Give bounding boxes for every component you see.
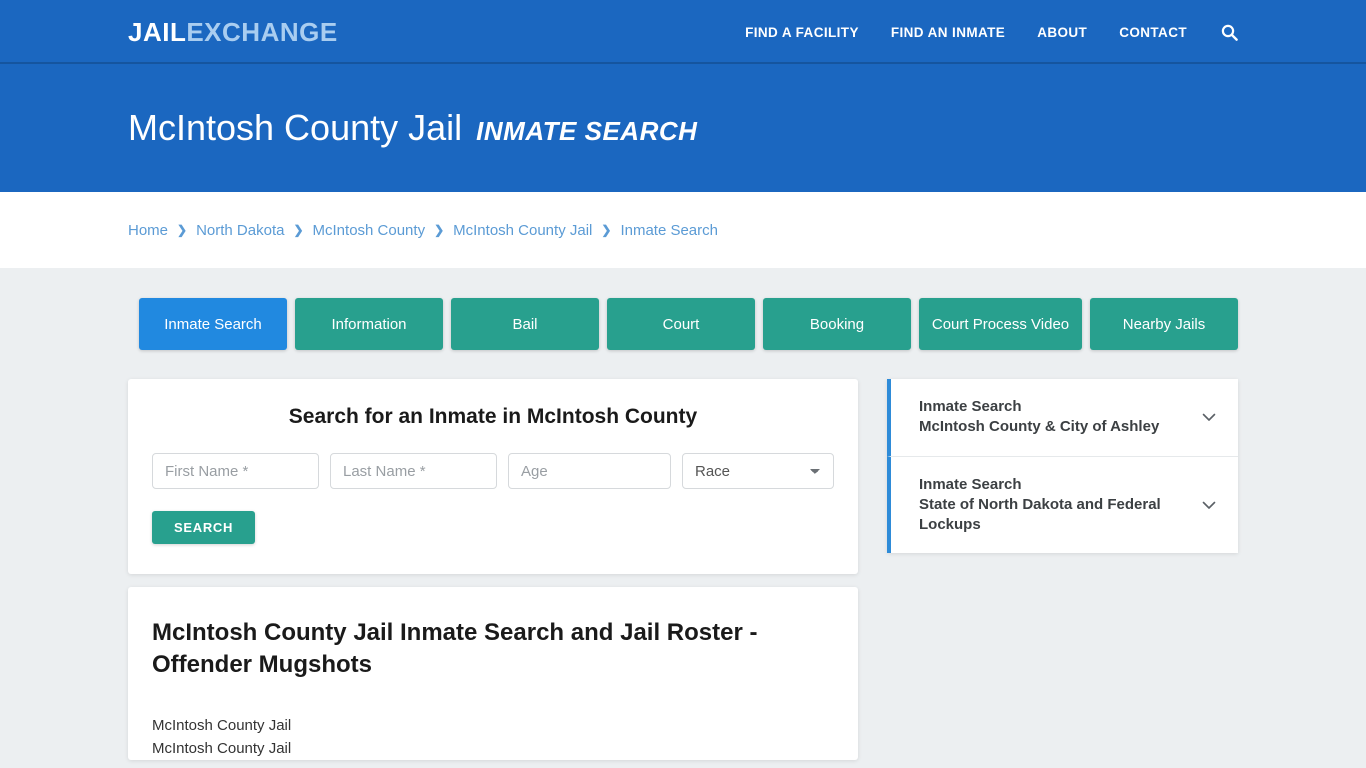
breadcrumb-separator: ❯ (177, 223, 188, 237)
sidebar-column: Inmate Search McIntosh County & City of … (887, 379, 1238, 760)
breadcrumb-separator: ❯ (293, 223, 304, 237)
tab-inmate-search[interactable]: Inmate Search (139, 298, 287, 350)
tab-nearby-jails[interactable]: Nearby Jails (1090, 298, 1238, 350)
tab-bail[interactable]: Bail (451, 298, 599, 350)
accordion-item-county-inmate-search[interactable]: Inmate Search McIntosh County & City of … (887, 379, 1238, 456)
breadcrumb-separator: ❯ (601, 223, 612, 237)
page-subtitle: INMATE SEARCH (476, 116, 698, 147)
tab-court-process-video[interactable]: Court Process Video (919, 298, 1082, 350)
race-select[interactable]: Race (682, 453, 834, 489)
nav-item-about[interactable]: ABOUT (1021, 25, 1103, 40)
main-navigation: FIND A FACILITY FIND AN INMATE ABOUT CON… (729, 0, 1238, 64)
article-card: McIntosh County Jail Inmate Search and J… (128, 587, 858, 761)
article-title: McIntosh County Jail Inmate Search and J… (152, 619, 758, 679)
search-form-fields: Race (152, 453, 834, 489)
nav-item-find-a-facility[interactable]: FIND A FACILITY (729, 25, 875, 40)
tab-court[interactable]: Court (607, 298, 755, 350)
first-name-input[interactable] (152, 453, 319, 489)
search-icon[interactable] (1203, 24, 1238, 41)
site-logo[interactable]: JAILEXCHANGE (128, 19, 338, 45)
breadcrumb-item-mcintosh-county[interactable]: McIntosh County (313, 222, 426, 239)
logo-text-primary: JAIL (128, 17, 187, 47)
accordion-item-title: Inmate Search (919, 398, 1022, 415)
age-input[interactable] (508, 453, 671, 489)
search-form-heading: Search for an Inmate in McIntosh County (288, 405, 698, 428)
breadcrumb: Home ❯ North Dakota ❯ McIntosh County ❯ … (128, 222, 718, 239)
accordion-item-state-federal-inmate-search[interactable]: Inmate Search State of North Dakota and … (887, 455, 1238, 554)
breadcrumb-bar: Home ❯ North Dakota ❯ McIntosh County ❯ … (0, 192, 1366, 268)
section-tab-bar: Inmate Search Information Bail Court Boo… (139, 298, 1238, 350)
nav-item-contact[interactable]: CONTACT (1103, 25, 1203, 40)
breadcrumb-item-inmate-search: Inmate Search (620, 221, 718, 239)
article-line-1: McIntosh County Jail (152, 716, 292, 734)
chevron-down-icon (1200, 408, 1218, 426)
accordion-item-subtitle: State of North Dakota and Federal Lockup… (919, 495, 1161, 533)
accordion-item-title: Inmate Search (919, 475, 1022, 493)
site-header: JAILEXCHANGE FIND A FACILITY FIND AN INM… (0, 0, 1366, 64)
search-button[interactable]: SEARCH (152, 511, 256, 544)
accordion-item-subtitle: McIntosh County & City of Ashley (919, 418, 1160, 436)
chevron-down-icon (1200, 496, 1218, 514)
breadcrumb-item-north-dakota[interactable]: North Dakota (196, 222, 284, 239)
tab-information[interactable]: Information (295, 298, 443, 350)
page-title: McIntosh County Jail (128, 107, 463, 149)
tab-booking[interactable]: Booking (763, 298, 911, 350)
logo-text-secondary: EXCHANGE (186, 17, 338, 47)
breadcrumb-separator: ❯ (434, 223, 445, 237)
breadcrumb-item-mcintosh-county-jail[interactable]: McIntosh County Jail (453, 222, 592, 239)
page-hero: McIntosh County Jail INMATE SEARCH (0, 64, 1366, 192)
breadcrumb-item-home[interactable]: Home (128, 222, 168, 239)
sidebar-accordion: Inmate Search McIntosh County & City of … (887, 379, 1238, 554)
main-column: Search for an Inmate in McIntosh County … (128, 379, 858, 761)
nav-item-find-an-inmate[interactable]: FIND AN INMATE (875, 25, 1021, 40)
article-line-2: McIntosh County Jail (152, 740, 292, 758)
inmate-search-card: Search for an Inmate in McIntosh County … (128, 379, 858, 574)
page-body: Inmate Search Information Bail Court Boo… (0, 268, 1366, 761)
last-name-input[interactable] (330, 453, 497, 489)
